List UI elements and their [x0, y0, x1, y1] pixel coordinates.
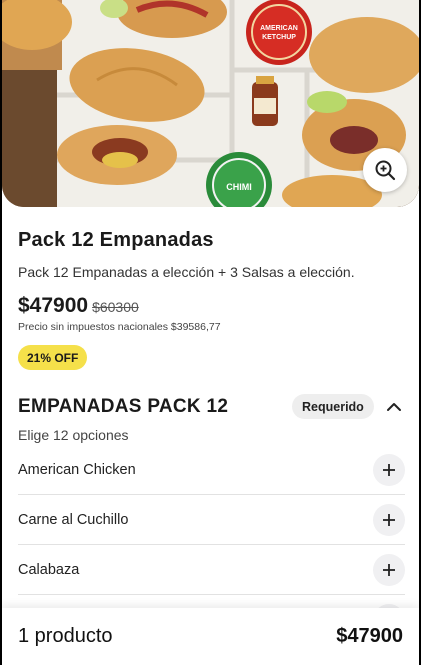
plus-icon — [383, 463, 395, 476]
product-sheet: AMERICAN KETCHUP CHIMI Pack 12 Empanadas… — [2, 0, 419, 665]
current-price: $47900 — [18, 294, 89, 317]
option-label: Calabaza — [18, 561, 80, 578]
section-subtitle: Elige 12 opciones — [18, 427, 129, 443]
product-description: Pack 12 Empanadas a elección + 3 Salsas … — [18, 264, 355, 280]
add-option-button[interactable] — [373, 553, 405, 586]
total-price: $47900 — [336, 625, 403, 647]
required-badge: Requerido — [292, 394, 374, 419]
product-title: Pack 12 Empanadas — [18, 229, 214, 251]
plus-icon — [383, 563, 395, 576]
original-price: $60300 — [92, 299, 139, 315]
discount-badge: 21% OFF — [18, 345, 88, 370]
list-item[interactable]: Carne al Cuchillo — [18, 495, 405, 545]
svg-text:KETCHUP: KETCHUP — [262, 34, 296, 41]
chevron-up-icon — [387, 403, 401, 411]
option-label: American Chicken — [18, 461, 136, 478]
section-title: EMPANADAS PACK 12 — [18, 396, 229, 417]
product-image[interactable]: AMERICAN KETCHUP CHIMI — [2, 0, 419, 207]
option-label: Carne al Cuchillo — [18, 511, 129, 528]
empanadas-photo: AMERICAN KETCHUP CHIMI — [2, 0, 419, 207]
add-option-button[interactable] — [373, 453, 405, 486]
zoom-in-icon — [375, 160, 396, 181]
list-item[interactable]: Calabaza — [18, 545, 405, 595]
svg-text:AMERICAN: AMERICAN — [260, 25, 298, 32]
product-count: 1 producto — [18, 625, 113, 647]
tax-note: Precio sin impuestos nacionales $39586,7… — [18, 321, 221, 333]
zoom-button[interactable] — [363, 148, 407, 192]
collapse-section-button[interactable] — [382, 396, 406, 418]
plus-icon — [383, 513, 395, 526]
price-row: $47900 $60300 — [18, 294, 139, 318]
cart-footer[interactable]: 1 producto $47900 — [2, 608, 419, 665]
add-option-button[interactable] — [373, 503, 405, 536]
svg-text:CHIMI: CHIMI — [226, 182, 252, 192]
list-item[interactable]: American Chicken — [18, 445, 405, 495]
